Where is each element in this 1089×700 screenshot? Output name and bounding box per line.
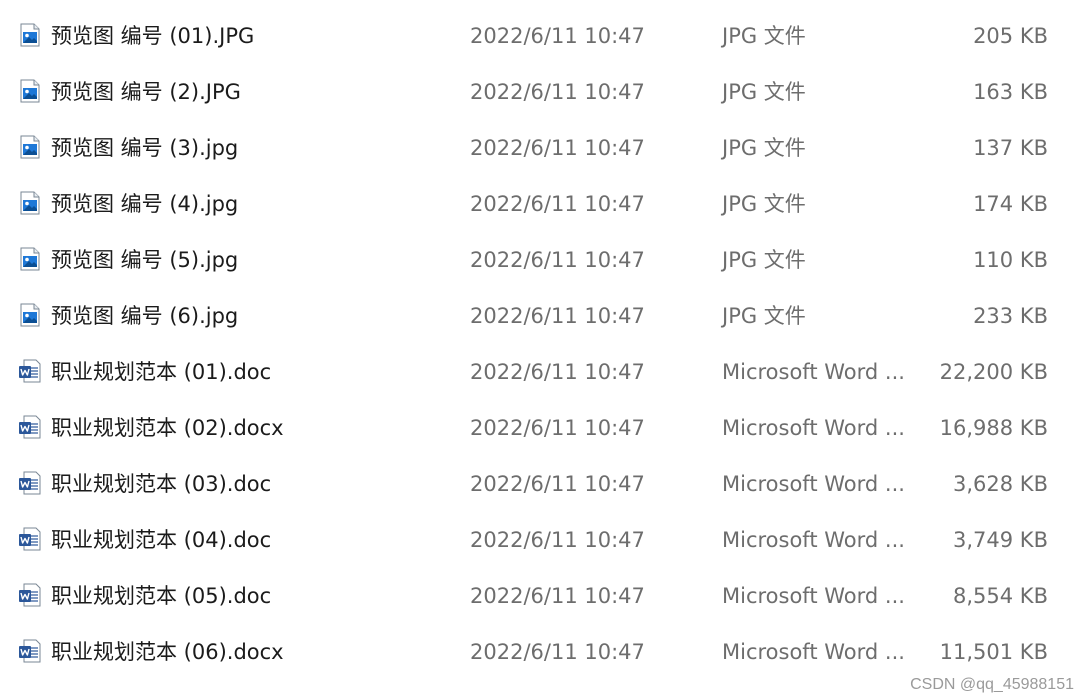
- file-row[interactable]: 预览图 编号 (3).jpg 2022/6/11 10:47 JPG 文件 13…: [0, 120, 1089, 176]
- file-name[interactable]: 职业规划范本 (06).docx: [51, 624, 284, 680]
- file-name[interactable]: 职业规划范本 (02).docx: [51, 400, 284, 456]
- file-name[interactable]: 职业规划范本 (03).doc: [51, 456, 271, 512]
- file-row[interactable]: 预览图 编号 (2).JPG 2022/6/11 10:47 JPG 文件 16…: [0, 64, 1089, 120]
- file-size: 110 KB: [973, 248, 1048, 272]
- file-date-modified: 2022/6/11 10:47: [470, 360, 645, 384]
- file-date-modified: 2022/6/11 10:47: [470, 248, 645, 272]
- file-name[interactable]: 职业规划范本 (01).doc: [51, 344, 271, 400]
- file-type: JPG 文件: [722, 192, 806, 216]
- file-row[interactable]: 职业规划范本 (04).doc 2022/6/11 10:47 Microsof…: [0, 512, 1089, 568]
- word-document-icon: [18, 415, 42, 439]
- file-size: 233 KB: [973, 304, 1048, 328]
- file-type: Microsoft Word ...: [722, 360, 905, 384]
- file-name[interactable]: 预览图 编号 (4).jpg: [51, 176, 238, 232]
- file-row[interactable]: 职业规划范本 (01).doc 2022/6/11 10:47 Microsof…: [0, 344, 1089, 400]
- file-date-modified: 2022/6/11 10:47: [470, 472, 645, 496]
- file-type: JPG 文件: [722, 248, 806, 272]
- file-row[interactable]: 职业规划范本 (05).doc 2022/6/11 10:47 Microsof…: [0, 568, 1089, 624]
- file-name[interactable]: 预览图 编号 (5).jpg: [51, 232, 238, 288]
- file-size: 22,200 KB: [939, 360, 1048, 384]
- file-name[interactable]: 预览图 编号 (6).jpg: [51, 288, 238, 344]
- file-row[interactable]: 预览图 编号 (6).jpg 2022/6/11 10:47 JPG 文件 23…: [0, 288, 1089, 344]
- image-file-icon: [18, 79, 42, 103]
- word-document-icon: [18, 359, 42, 383]
- file-date-modified: 2022/6/11 10:47: [470, 24, 645, 48]
- image-file-icon: [18, 135, 42, 159]
- file-name[interactable]: 预览图 编号 (01).JPG: [51, 8, 254, 64]
- file-name[interactable]: 职业规划范本 (04).doc: [51, 512, 271, 568]
- file-row[interactable]: 职业规划范本 (06).docx 2022/6/11 10:47 Microso…: [0, 624, 1089, 680]
- file-size: 8,554 KB: [953, 584, 1048, 608]
- image-file-icon: [18, 191, 42, 215]
- file-row[interactable]: 职业规划范本 (03).doc 2022/6/11 10:47 Microsof…: [0, 456, 1089, 512]
- file-size: 205 KB: [973, 24, 1048, 48]
- file-date-modified: 2022/6/11 10:47: [470, 192, 645, 216]
- word-document-icon: [18, 471, 42, 495]
- file-type: Microsoft Word ...: [722, 640, 905, 664]
- file-size: 174 KB: [973, 192, 1048, 216]
- file-list: 预览图 编号 (01).JPG 2022/6/11 10:47 JPG 文件 2…: [0, 8, 1089, 680]
- image-file-icon: [18, 23, 42, 47]
- file-date-modified: 2022/6/11 10:47: [470, 304, 645, 328]
- file-type: Microsoft Word ...: [722, 528, 905, 552]
- file-type: JPG 文件: [722, 24, 806, 48]
- image-file-icon: [18, 247, 42, 271]
- file-type: Microsoft Word ...: [722, 416, 905, 440]
- file-row[interactable]: 预览图 编号 (4).jpg 2022/6/11 10:47 JPG 文件 17…: [0, 176, 1089, 232]
- file-type: Microsoft Word ...: [722, 584, 905, 608]
- file-size: 137 KB: [973, 136, 1048, 160]
- file-date-modified: 2022/6/11 10:47: [470, 528, 645, 552]
- file-size: 16,988 KB: [939, 416, 1048, 440]
- file-date-modified: 2022/6/11 10:47: [470, 640, 645, 664]
- file-type: Microsoft Word ...: [722, 472, 905, 496]
- word-document-icon: [18, 639, 42, 663]
- file-type: JPG 文件: [722, 80, 806, 104]
- file-date-modified: 2022/6/11 10:47: [470, 136, 645, 160]
- file-name[interactable]: 预览图 编号 (3).jpg: [51, 120, 238, 176]
- word-document-icon: [18, 583, 42, 607]
- image-file-icon: [18, 303, 42, 327]
- file-name[interactable]: 预览图 编号 (2).JPG: [51, 64, 241, 120]
- file-row[interactable]: 职业规划范本 (02).docx 2022/6/11 10:47 Microso…: [0, 400, 1089, 456]
- file-row[interactable]: 预览图 编号 (01).JPG 2022/6/11 10:47 JPG 文件 2…: [0, 8, 1089, 64]
- file-date-modified: 2022/6/11 10:47: [470, 416, 645, 440]
- file-size: 163 KB: [973, 80, 1048, 104]
- file-type: JPG 文件: [722, 136, 806, 160]
- file-date-modified: 2022/6/11 10:47: [470, 584, 645, 608]
- file-date-modified: 2022/6/11 10:47: [470, 80, 645, 104]
- word-document-icon: [18, 527, 42, 551]
- csdn-watermark: CSDN @qq_45988151: [910, 676, 1074, 693]
- file-size: 3,749 KB: [953, 528, 1048, 552]
- file-row[interactable]: 预览图 编号 (5).jpg 2022/6/11 10:47 JPG 文件 11…: [0, 232, 1089, 288]
- file-size: 3,628 KB: [953, 472, 1048, 496]
- file-size: 11,501 KB: [939, 640, 1048, 664]
- file-type: JPG 文件: [722, 304, 806, 328]
- file-name[interactable]: 职业规划范本 (05).doc: [51, 568, 271, 624]
